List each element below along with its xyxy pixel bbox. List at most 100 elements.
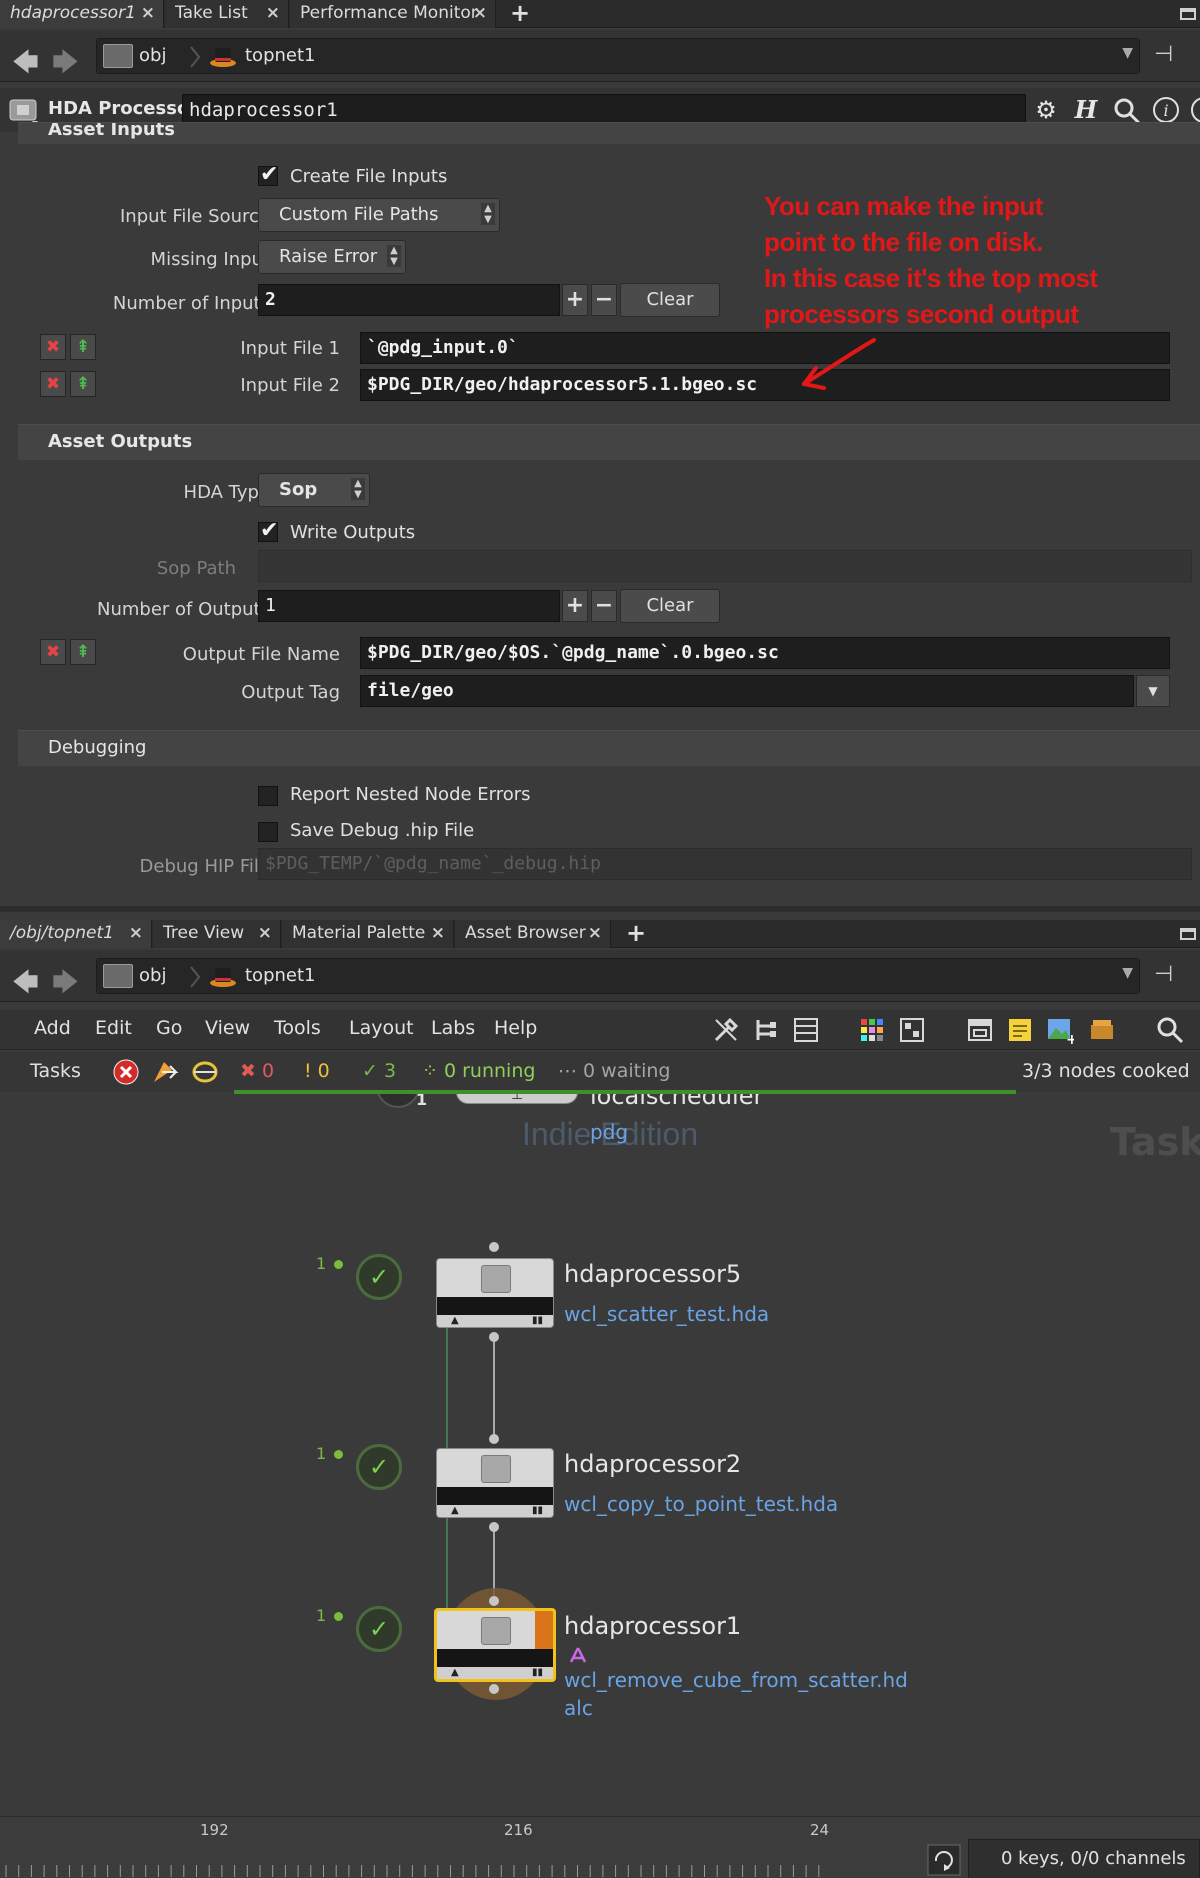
- list-view-icon[interactable]: [792, 1016, 820, 1044]
- section-asset-inputs[interactable]: Asset Inputs: [18, 122, 1200, 144]
- gear-icon[interactable]: ⚙: [1032, 96, 1060, 124]
- pane-splitter[interactable]: [0, 906, 1200, 912]
- maximize-pane-icon[interactable]: [1180, 8, 1196, 20]
- close-tab-icon[interactable]: ×: [431, 920, 445, 947]
- node5-output-connector[interactable]: [489, 1332, 499, 1342]
- pin-icon[interactable]: ⊣: [1154, 42, 1173, 67]
- delete-input1-button[interactable]: ✖: [40, 334, 66, 360]
- input-file-1-field[interactable]: `@pdg_input.0`: [360, 332, 1170, 364]
- network-editor[interactable]: Indie Edition Task 1 ⊥ localscheduler pd…: [0, 1094, 1200, 1824]
- sticky-note-icon[interactable]: [1006, 1016, 1034, 1044]
- menu-labs[interactable]: Labs: [431, 1017, 475, 1039]
- tab-material-palette[interactable]: Material Palette ×: [282, 920, 454, 948]
- output-tag-field[interactable]: file/geo: [360, 675, 1134, 707]
- menu-add[interactable]: Add: [34, 1017, 71, 1039]
- remove-input-button[interactable]: −: [591, 284, 617, 316]
- clear-inputs-button[interactable]: Clear: [620, 283, 720, 317]
- hda-type-menu[interactable]: Sop ▲ ▼: [258, 473, 370, 507]
- forward-arrow-icon[interactable]: 🡆: [52, 964, 79, 1008]
- node2-input-connector[interactable]: [489, 1434, 499, 1444]
- save-debug-hip-checkbox[interactable]: [258, 822, 278, 842]
- node1-asset-file[interactable]: wcl_remove_cube_from_scatter.hd: [564, 1668, 908, 1692]
- write-outputs-checkbox[interactable]: [258, 518, 278, 543]
- create-file-inputs-checkbox[interactable]: [258, 162, 278, 187]
- path-field[interactable]: obj topnet1 ▼: [96, 958, 1140, 994]
- path-segment-topnet1[interactable]: topnet1: [245, 959, 316, 993]
- background-image-icon[interactable]: +: [1046, 1016, 1074, 1044]
- input-file-source-menu[interactable]: Custom File Paths ▲ ▼: [258, 198, 500, 232]
- node5-asset-file[interactable]: wcl_scatter_test.hda: [564, 1302, 769, 1326]
- tab-take-list[interactable]: Take List ×: [165, 0, 289, 28]
- path-dropdown-icon[interactable]: ▼: [1122, 965, 1133, 981]
- node2-asset-file[interactable]: wcl_copy_to_point_test.hda: [564, 1492, 838, 1516]
- tab-asset-browser[interactable]: Asset Browser ×: [455, 920, 611, 948]
- delete-output-button[interactable]: ✖: [40, 639, 66, 665]
- close-tab-icon[interactable]: ×: [141, 0, 155, 27]
- section-debugging[interactable]: Debugging: [18, 730, 1200, 766]
- path-segment-obj[interactable]: obj: [139, 39, 166, 73]
- remove-output-button[interactable]: −: [591, 590, 617, 622]
- report-nested-errors-checkbox[interactable]: [258, 786, 278, 806]
- path-field[interactable]: obj topnet1 ▼: [96, 38, 1140, 74]
- tab-performance-monitor[interactable]: Performance Monitor ×: [290, 0, 496, 28]
- wrench-icon[interactable]: [712, 1016, 740, 1044]
- network-box-icon[interactable]: [966, 1016, 994, 1044]
- number-of-inputs-field[interactable]: 2: [258, 284, 560, 316]
- node1-output-connector[interactable]: [489, 1684, 499, 1694]
- help-h-icon[interactable]: H: [1072, 96, 1100, 124]
- display-flag[interactable]: [535, 1611, 553, 1649]
- back-arrow-icon[interactable]: 🡄: [12, 44, 39, 88]
- output-tag-dropdown-icon[interactable]: ▼: [1136, 675, 1170, 707]
- tab-obj-topnet1[interactable]: /obj/topnet1 ×: [0, 920, 152, 948]
- shape-palette-icon[interactable]: [898, 1016, 926, 1044]
- insert-input1-button[interactable]: ⇞: [70, 334, 96, 360]
- section-asset-outputs[interactable]: Asset Outputs: [18, 424, 1200, 460]
- hdaprocessor1-node[interactable]: ▲ ▮▮: [434, 1608, 556, 1682]
- close-tab-icon[interactable]: ×: [266, 0, 280, 27]
- add-input-button[interactable]: +: [562, 284, 588, 316]
- menu-view[interactable]: View: [205, 1017, 250, 1039]
- search-icon[interactable]: [1156, 1016, 1184, 1044]
- menu-layout[interactable]: Layout: [349, 1017, 414, 1039]
- number-of-outputs-field[interactable]: 1: [258, 590, 560, 622]
- node2-output-connector[interactable]: [489, 1522, 499, 1532]
- refresh-icon[interactable]: [926, 1843, 964, 1877]
- path-dropdown-icon[interactable]: ▼: [1122, 45, 1133, 61]
- add-tab-icon[interactable]: +: [626, 920, 646, 946]
- maximize-pane-icon[interactable]: [1180, 928, 1196, 940]
- tree-layout-icon[interactable]: [752, 1016, 780, 1044]
- close-tab-icon[interactable]: ×: [588, 920, 602, 947]
- path-segment-obj[interactable]: obj: [139, 959, 166, 993]
- menu-edit[interactable]: Edit: [95, 1017, 132, 1039]
- node1-asset-file-wrap[interactable]: alc: [564, 1696, 593, 1720]
- tab-hdaprocessor1[interactable]: hdaprocessor1 ×: [0, 0, 164, 28]
- close-tab-icon[interactable]: ×: [473, 0, 487, 27]
- forward-arrow-icon[interactable]: 🡆: [52, 44, 79, 88]
- asset-box-icon[interactable]: [1088, 1016, 1116, 1044]
- tab-tree-view[interactable]: Tree View ×: [153, 920, 281, 948]
- sop-path-field[interactable]: [258, 550, 1192, 582]
- hdaprocessor2-node[interactable]: ▲ ▮▮: [436, 1448, 554, 1518]
- close-tab-icon[interactable]: ×: [129, 920, 143, 947]
- menu-help[interactable]: Help: [494, 1017, 537, 1039]
- node5-input-connector[interactable]: [489, 1242, 499, 1252]
- dirty-tasks-icon[interactable]: [190, 1058, 220, 1086]
- menu-go[interactable]: Go: [156, 1017, 182, 1039]
- clear-outputs-button[interactable]: Clear: [620, 589, 720, 623]
- input-file-2-field[interactable]: $PDG_DIR/geo/hdaprocessor5.1.bgeo.sc: [360, 369, 1170, 401]
- node1-input-connector[interactable]: [489, 1596, 499, 1606]
- cook-output-icon[interactable]: [150, 1058, 180, 1086]
- pin-icon[interactable]: ⊣: [1154, 962, 1173, 987]
- add-output-button[interactable]: +: [562, 590, 588, 622]
- back-arrow-icon[interactable]: 🡄: [12, 964, 39, 1008]
- insert-output-button[interactable]: ⇞: [70, 639, 96, 665]
- color-palette-icon[interactable]: [858, 1016, 886, 1044]
- timeline[interactable]: 192 216 24 0 keys, 0/0 channels: [0, 1816, 1200, 1878]
- delete-input2-button[interactable]: ✖: [40, 371, 66, 397]
- insert-input2-button[interactable]: ⇞: [70, 371, 96, 397]
- debug-hip-file-field[interactable]: $PDG_TEMP/`@pdg_name`_debug.hip: [258, 848, 1192, 880]
- add-tab-icon[interactable]: +: [510, 0, 530, 26]
- missing-input-menu[interactable]: Raise Error ▲ ▼: [258, 240, 406, 274]
- close-tab-icon[interactable]: ×: [258, 920, 272, 947]
- path-segment-topnet1[interactable]: topnet1: [245, 39, 316, 73]
